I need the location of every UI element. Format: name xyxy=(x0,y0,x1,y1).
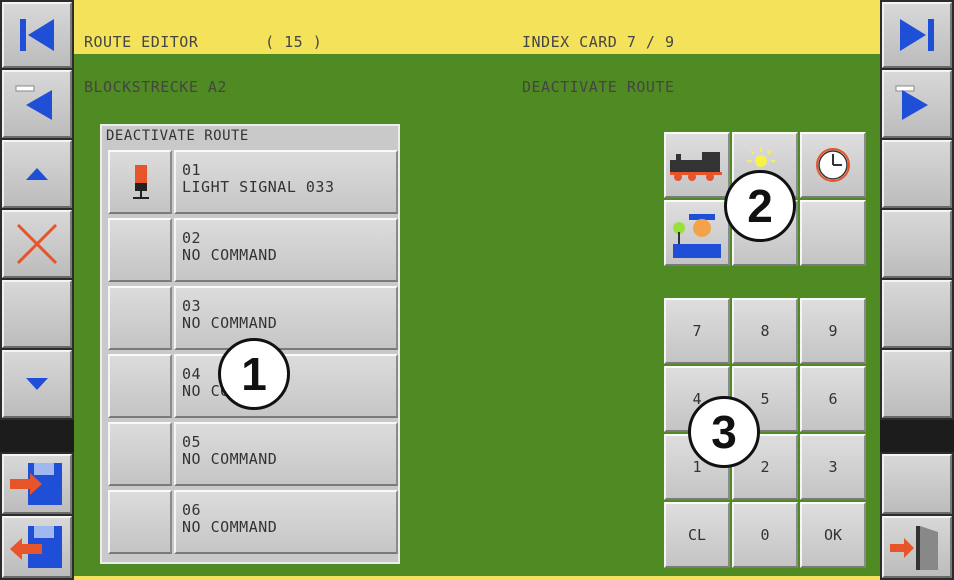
delete-icon xyxy=(16,223,58,265)
command-row: 05 NO COMMAND xyxy=(108,422,398,488)
blank-category-button[interactable] xyxy=(800,200,866,266)
command-icon-button[interactable] xyxy=(108,354,172,418)
sidebar-divider xyxy=(880,420,954,452)
command-text: NO COMMAND xyxy=(182,450,278,468)
command-text-button[interactable]: 01 LIGHT SIGNAL 033 xyxy=(174,150,398,214)
blank-right-button[interactable] xyxy=(882,350,952,418)
key-9[interactable]: 9 xyxy=(800,298,866,364)
command-number: 06 xyxy=(182,501,202,519)
locomotive-category-button[interactable] xyxy=(664,132,730,198)
light-signal-icon xyxy=(133,165,149,199)
callout-2: 2 xyxy=(724,170,796,242)
command-number: 01 xyxy=(182,161,202,179)
command-number: 02 xyxy=(182,229,202,247)
header-bar: ROUTE EDITOR ( 15 ) BLOCKSTRECKE A2 INDE… xyxy=(74,0,880,95)
command-text: NO COMMAND xyxy=(182,246,278,264)
save-import-icon xyxy=(10,463,62,505)
exit-button[interactable] xyxy=(882,516,952,578)
blank-left-button[interactable] xyxy=(2,280,72,348)
last-page-icon xyxy=(900,19,934,51)
key-0[interactable]: 0 xyxy=(732,502,798,568)
command-text-button[interactable]: 05 NO COMMAND xyxy=(174,422,398,486)
panel-title: DEACTIVATE ROUTE xyxy=(106,128,249,144)
key-3[interactable]: 3 xyxy=(800,434,866,500)
command-text: NO COMMAND xyxy=(182,382,277,400)
command-icon-button[interactable] xyxy=(108,490,172,554)
save-export-icon xyxy=(10,526,62,568)
ok-key[interactable]: OK xyxy=(800,502,866,568)
command-icon-button[interactable] xyxy=(108,218,172,282)
person-signal-icon xyxy=(673,214,721,258)
callout-1: 1 xyxy=(218,338,290,410)
command-text: LIGHT SIGNAL 033 xyxy=(182,178,335,196)
previous-page-icon xyxy=(15,85,52,120)
delete-button[interactable] xyxy=(2,210,72,278)
command-text-button[interactable]: 06 NO COMMAND xyxy=(174,490,398,554)
footer-line xyxy=(74,576,880,580)
previous-page-button[interactable] xyxy=(2,70,72,138)
command-number: 03 xyxy=(182,297,202,315)
command-row: 06 NO COMMAND xyxy=(108,490,398,556)
header-left: ROUTE EDITOR ( 15 ) BLOCKSTRECKE A2 xyxy=(84,5,322,125)
command-row: 01 LIGHT SIGNAL 033 xyxy=(108,150,398,216)
first-page-icon xyxy=(20,19,54,51)
main-area: ROUTE EDITOR ( 15 ) BLOCKSTRECKE A2 INDE… xyxy=(74,0,880,580)
index-card-label: INDEX CARD 7 / 9 xyxy=(522,33,675,51)
blank-right-button[interactable] xyxy=(882,210,952,278)
clock-category-button[interactable] xyxy=(800,132,866,198)
command-text: NO COMMAND xyxy=(182,314,278,332)
command-icon-button[interactable] xyxy=(108,286,172,350)
command-icon-button[interactable] xyxy=(108,422,172,486)
blank-right-button[interactable] xyxy=(882,140,952,208)
command-text-button[interactable]: 02 NO COMMAND xyxy=(174,218,398,282)
blank-right-button[interactable] xyxy=(882,454,952,514)
header-right: INDEX CARD 7 / 9 DEACTIVATE ROUTE xyxy=(522,5,675,125)
clear-key[interactable]: CL xyxy=(664,502,730,568)
callout-3: 3 xyxy=(688,396,760,468)
key-7[interactable]: 7 xyxy=(664,298,730,364)
command-row: 02 NO COMMAND xyxy=(108,218,398,284)
command-icon-button[interactable] xyxy=(108,150,172,214)
last-page-button[interactable] xyxy=(882,2,952,68)
scroll-up-button[interactable] xyxy=(2,140,72,208)
sidebar-divider xyxy=(0,420,74,452)
next-page-button[interactable] xyxy=(882,70,952,138)
key-6[interactable]: 6 xyxy=(800,366,866,432)
clock-icon xyxy=(816,148,850,182)
command-number: 05 xyxy=(182,433,202,451)
command-text-button[interactable]: 03 NO COMMAND xyxy=(174,286,398,350)
route-name: BLOCKSTRECKE A2 xyxy=(84,78,227,96)
command-text: NO COMMAND xyxy=(182,518,278,536)
card-title: DEACTIVATE ROUTE xyxy=(522,78,675,96)
scroll-up-icon xyxy=(26,168,48,180)
save-import-button[interactable] xyxy=(2,454,72,514)
person-category-button[interactable] xyxy=(664,200,730,266)
left-sidebar xyxy=(0,0,74,580)
next-page-icon xyxy=(895,85,928,120)
key-8[interactable]: 8 xyxy=(732,298,798,364)
editor-title: ROUTE EDITOR ( 15 ) xyxy=(84,33,323,51)
exit-icon xyxy=(890,526,938,570)
blank-right-button[interactable] xyxy=(882,280,952,348)
locomotive-icon xyxy=(670,152,722,181)
save-export-button[interactable] xyxy=(2,516,72,578)
scroll-down-button[interactable] xyxy=(2,350,72,418)
first-page-button[interactable] xyxy=(2,2,72,68)
right-sidebar xyxy=(880,0,954,580)
scroll-down-icon xyxy=(26,378,48,390)
